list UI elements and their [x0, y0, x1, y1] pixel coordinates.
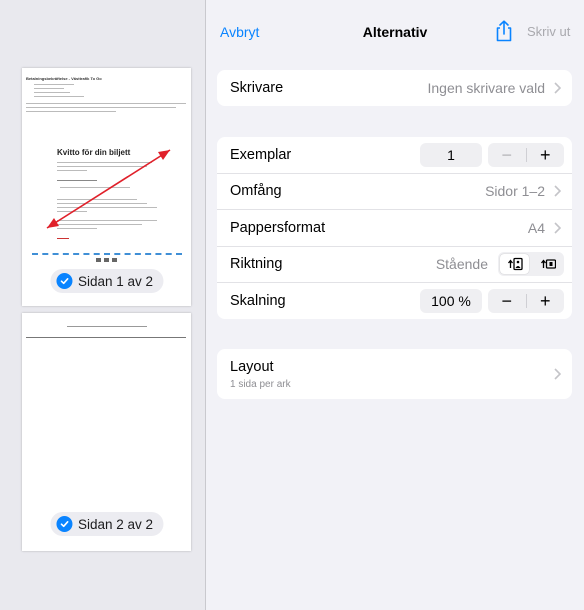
landscape-orientation-icon[interactable] [533, 254, 562, 274]
share-icon[interactable] [495, 20, 513, 47]
range-row[interactable]: Omfång Sidor 1–2 [217, 174, 572, 210]
layout-label: Layout [230, 359, 274, 375]
paper-size-row[interactable]: Pappersformat A4 [217, 210, 572, 247]
chevron-right-icon [554, 368, 561, 380]
printer-value: Ingen skrivare vald [427, 79, 545, 96]
orientation-row: Riktning Stående [217, 247, 572, 283]
chevron-right-icon [554, 82, 561, 94]
page-preview-sidebar: Betalningsbekräftelse - Västtrafik To Go… [0, 0, 206, 610]
orientation-value: Stående [435, 256, 488, 273]
copies-row: Exemplar 1 − + [217, 137, 572, 174]
page-badge-2[interactable]: Sidan 2 av 2 [49, 512, 164, 536]
print-options-panel: Avbryt Alternativ Skriv ut Skrivare Inge… [206, 0, 584, 610]
nav-bar: Avbryt Alternativ Skriv ut [206, 0, 584, 60]
printer-label: Skrivare [230, 79, 284, 96]
preview-divider [26, 337, 186, 338]
range-label: Omfång [230, 183, 282, 200]
preview-footer-icons [96, 258, 118, 262]
preview-text-line [67, 326, 147, 327]
printer-group: Skrivare Ingen skrivare vald [217, 70, 572, 106]
copies-field[interactable]: 1 [420, 142, 482, 167]
decrement-button[interactable]: − [488, 143, 526, 167]
page-badge-1[interactable]: Sidan 1 av 2 [49, 269, 164, 293]
portrait-orientation-icon[interactable] [500, 254, 529, 275]
layout-sublabel: 1 sida per ark [230, 379, 291, 390]
scale-label: Skalning [230, 292, 286, 309]
print-button[interactable]: Skriv ut [527, 24, 570, 39]
copies-stepper[interactable]: − + [488, 142, 565, 167]
copies-label: Exemplar [230, 146, 292, 163]
paper-size-label: Pappersformat [230, 219, 326, 236]
increment-button[interactable]: + [527, 143, 565, 167]
range-value: Sidor 1–2 [485, 183, 545, 200]
chevron-right-icon [554, 185, 561, 197]
page-thumbnail-2[interactable]: Sidan 2 av 2 [22, 313, 191, 551]
page-badge-label: Sidan 2 av 2 [77, 516, 154, 532]
scale-field[interactable]: 100 % [420, 288, 482, 313]
paper-size-value: A4 [527, 219, 545, 236]
orientation-label: Riktning [230, 256, 283, 273]
printer-row[interactable]: Skrivare Ingen skrivare vald [217, 70, 572, 106]
scale-row: Skalning 100 % − + [217, 283, 572, 319]
options-group: Exemplar 1 − + Omfång Sidor 1–2 Pappersf… [217, 137, 572, 319]
scale-stepper[interactable]: − + [488, 288, 565, 313]
layout-row[interactable]: Layout 1 sida per ark [217, 349, 572, 399]
page-thumbnail-1[interactable]: Betalningsbekräftelse - Västtrafik To Go… [22, 68, 191, 306]
checkmark-icon [55, 516, 72, 532]
chevron-right-icon [554, 222, 561, 234]
decrement-button[interactable]: − [488, 289, 526, 313]
preview-dashed-divider [32, 253, 182, 255]
orientation-control[interactable] [498, 252, 564, 277]
layout-group: Layout 1 sida per ark [217, 349, 572, 399]
increment-button[interactable]: + [527, 289, 565, 313]
page-badge-label: Sidan 1 av 2 [77, 273, 154, 289]
checkmark-icon [55, 273, 72, 289]
